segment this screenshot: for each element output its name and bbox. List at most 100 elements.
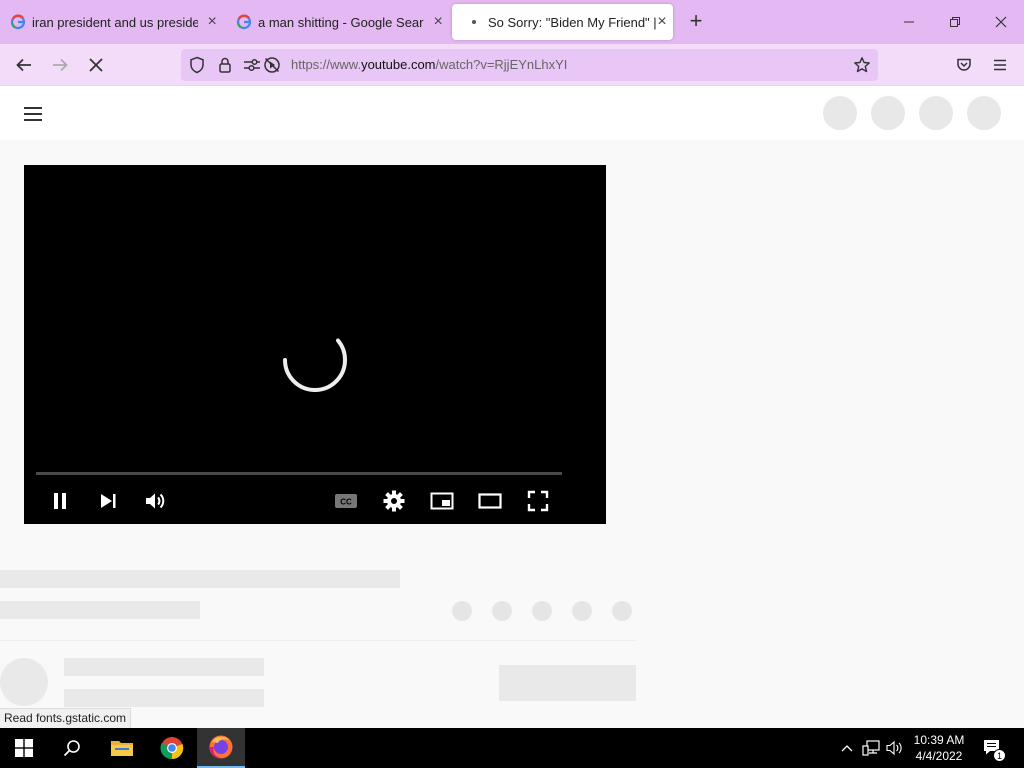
url-domain: youtube.com bbox=[361, 57, 436, 72]
tracking-protection-shield-icon[interactable] bbox=[188, 56, 206, 74]
pause-icon bbox=[54, 493, 66, 509]
url-path: /watch?v=RjjEYnLhxYI bbox=[435, 57, 568, 72]
action-center-button[interactable]: 1 bbox=[980, 728, 1006, 768]
close-icon bbox=[995, 16, 1007, 28]
svg-text:CC: CC bbox=[340, 498, 352, 507]
google-g-icon bbox=[10, 14, 26, 30]
close-tab-icon[interactable]: × bbox=[652, 12, 672, 32]
web-page-content: CC Read fonts.gstatic.com bbox=[0, 86, 1024, 728]
minimize-button[interactable] bbox=[897, 10, 921, 34]
views-skeleton bbox=[0, 601, 200, 619]
action-skeleton-dot bbox=[612, 601, 632, 621]
show-hidden-icons-button[interactable] bbox=[838, 728, 856, 768]
search-icon bbox=[63, 740, 80, 757]
tab-google-search[interactable]: a man shitting - Google Search × bbox=[226, 4, 448, 40]
loading-dot-icon bbox=[466, 14, 482, 30]
action-skeleton-dot bbox=[452, 601, 472, 621]
channel-avatar-skeleton bbox=[0, 658, 48, 706]
close-tab-icon[interactable]: × bbox=[202, 12, 222, 32]
channel-name-skeleton bbox=[64, 658, 264, 676]
gear-icon bbox=[383, 490, 405, 512]
forward-arrow-icon bbox=[53, 58, 68, 72]
pocket-button[interactable] bbox=[952, 53, 976, 77]
volume-button[interactable] bbox=[141, 487, 169, 515]
pocket-icon bbox=[957, 58, 971, 71]
browser-toolbar: https://www.youtube.com/watch?v=RjjEYnLh… bbox=[0, 44, 1024, 86]
clock-date: 4/4/2022 bbox=[915, 749, 963, 763]
lock-icon[interactable] bbox=[216, 56, 234, 74]
clock-time: 10:39 AM bbox=[913, 733, 965, 747]
network-icon bbox=[862, 740, 880, 756]
firefox-icon bbox=[209, 735, 233, 759]
pause-button[interactable] bbox=[46, 487, 74, 515]
status-bar-text: Read fonts.gstatic.com bbox=[0, 708, 132, 728]
address-bar[interactable]: https://www.youtube.com/watch?v=RjjEYnLh… bbox=[181, 49, 878, 81]
tab-iran-president[interactable]: iran president and us president × bbox=[0, 4, 222, 40]
chevron-up-icon bbox=[841, 745, 853, 752]
firefox-button[interactable] bbox=[197, 728, 245, 768]
subscribe-button-skeleton bbox=[499, 665, 636, 701]
windows-logo-icon bbox=[15, 739, 33, 757]
guide-menu-icon[interactable] bbox=[24, 104, 48, 124]
skip-next-icon bbox=[101, 494, 116, 508]
autoplay-blocked-icon[interactable] bbox=[263, 56, 281, 74]
notification-count-badge: 1 bbox=[993, 749, 1006, 762]
fullscreen-button[interactable] bbox=[524, 487, 552, 515]
subtitles-button[interactable]: CC bbox=[332, 487, 360, 515]
subscribers-skeleton bbox=[64, 689, 264, 707]
minimize-icon bbox=[904, 21, 914, 23]
folder-icon bbox=[111, 741, 133, 756]
theater-mode-icon bbox=[478, 493, 502, 509]
permissions-icon[interactable] bbox=[243, 56, 261, 74]
forward-button[interactable] bbox=[48, 53, 72, 77]
restore-icon bbox=[950, 17, 960, 27]
next-button[interactable] bbox=[94, 487, 122, 515]
back-button[interactable] bbox=[12, 53, 36, 77]
youtube-header bbox=[0, 86, 1024, 140]
action-skeleton-dot bbox=[572, 601, 592, 621]
title-skeleton bbox=[0, 570, 400, 588]
miniplayer-button[interactable] bbox=[428, 487, 456, 515]
header-placeholder-circle bbox=[967, 96, 1001, 130]
new-tab-button[interactable]: + bbox=[684, 10, 708, 34]
restore-button[interactable] bbox=[943, 10, 967, 34]
fullscreen-icon bbox=[527, 490, 549, 512]
video-player[interactable]: CC bbox=[24, 165, 606, 524]
browser-tab-strip: iran president and us president × a man … bbox=[0, 0, 1024, 44]
stop-loading-button[interactable] bbox=[84, 53, 108, 77]
app-menu-button[interactable] bbox=[988, 53, 1012, 77]
header-placeholder-circle bbox=[871, 96, 905, 130]
network-button[interactable] bbox=[860, 728, 882, 768]
hamburger-menu-icon bbox=[994, 59, 1006, 71]
stop-icon bbox=[89, 58, 103, 72]
close-window-button[interactable] bbox=[989, 10, 1013, 34]
chrome-button[interactable] bbox=[148, 728, 196, 768]
close-tab-icon[interactable]: × bbox=[428, 12, 448, 32]
tab-youtube-video[interactable]: So Sorry: "Biden My Friend" | PE × bbox=[452, 4, 673, 40]
start-button[interactable] bbox=[0, 728, 48, 768]
loading-spinner-icon bbox=[283, 338, 348, 392]
settings-button[interactable] bbox=[380, 487, 408, 515]
taskbar-clock[interactable]: 10:39 AM 4/4/2022 bbox=[903, 732, 975, 764]
back-arrow-icon bbox=[16, 58, 31, 72]
bookmark-star-icon[interactable] bbox=[853, 56, 871, 74]
tab-title: a man shitting - Google Search bbox=[258, 14, 425, 30]
header-placeholder-circle bbox=[823, 96, 857, 130]
miniplayer-icon bbox=[430, 492, 454, 510]
speaker-icon bbox=[886, 740, 902, 756]
windows-taskbar: 10:39 AM 4/4/2022 1 bbox=[0, 728, 1024, 768]
theater-mode-button[interactable] bbox=[476, 487, 504, 515]
action-skeleton-dot bbox=[492, 601, 512, 621]
divider bbox=[0, 640, 636, 641]
file-explorer-button[interactable] bbox=[98, 728, 146, 768]
google-g-icon bbox=[236, 14, 252, 30]
closed-captions-icon: CC bbox=[335, 494, 357, 508]
tab-title: So Sorry: "Biden My Friend" | PE bbox=[488, 14, 656, 30]
chrome-icon bbox=[160, 737, 184, 760]
volume-icon bbox=[146, 493, 165, 509]
url-prefix: https://www. bbox=[291, 57, 362, 72]
action-skeleton-dot bbox=[532, 601, 552, 621]
url-text[interactable]: https://www.youtube.com/watch?v=RjjEYnLh… bbox=[291, 57, 567, 72]
progress-bar[interactable] bbox=[36, 472, 562, 475]
search-button[interactable] bbox=[48, 728, 96, 768]
